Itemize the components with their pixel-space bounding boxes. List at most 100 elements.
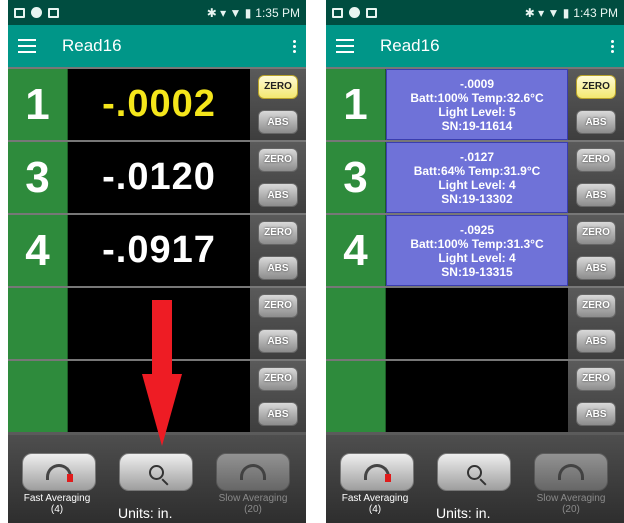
abs-button[interactable]: ABS	[576, 110, 616, 135]
light-level: Light Level: 5	[438, 104, 516, 119]
channel-number: 3	[8, 142, 68, 213]
indicator-row: 3 -.0127 Batt:64% Temp:31.9°C Light Leve…	[326, 140, 624, 213]
reading-display[interactable]: -.0120	[68, 142, 250, 213]
gauge-icon	[46, 464, 73, 482]
app-title: Read16	[62, 36, 122, 55]
hamburger-menu-icon[interactable]	[336, 39, 354, 53]
fast-averaging-label: Fast Averaging (4)	[14, 493, 100, 515]
zero-button[interactable]: ZERO	[258, 74, 298, 99]
channel-number: 4	[8, 215, 68, 286]
abs-button[interactable]: ABS	[258, 329, 298, 354]
channel-number	[8, 361, 68, 432]
light-level: Light Level: 4	[438, 177, 516, 192]
search-button[interactable]	[437, 453, 511, 491]
zero-button[interactable]: ZERO	[576, 366, 616, 391]
app-bar: Read16	[8, 25, 306, 67]
bottom-toolbar: Fast Averaging (4) Slow Averaging (20) U…	[8, 435, 306, 523]
app-title: Read16	[380, 36, 440, 55]
channel-number: 4	[326, 215, 386, 286]
indicator-list: 1 -.0009 Batt:100% Temp:32.6°C Light Lev…	[326, 67, 624, 432]
abs-button[interactable]: ABS	[576, 183, 616, 208]
window-notification-icon	[48, 7, 59, 18]
fast-averaging-label: Fast Averaging (4)	[332, 493, 418, 515]
units-label: Units: in.	[118, 505, 173, 521]
slow-averaging-count: (20)	[562, 504, 580, 515]
zero-button[interactable]: ZERO	[258, 293, 298, 318]
gauge-icon	[364, 464, 391, 482]
app-bar: Read16	[326, 25, 624, 67]
red-arrow-shaft	[152, 300, 172, 376]
phone-screen-left: ✱ ▾ ▼ ▮ 1:35 PM Read16 1 -.0002 ZERO ABS…	[8, 0, 306, 523]
status-icons: ✱ ▾ ▼ ▮	[524, 5, 570, 20]
zero-button[interactable]: ZERO	[576, 293, 616, 318]
reading-display[interactable]: -.0917	[68, 215, 250, 286]
zero-button[interactable]: ZERO	[258, 366, 298, 391]
bottom-toolbar: Fast Averaging (4) Slow Averaging (20) U…	[326, 435, 624, 523]
search-icon	[148, 464, 164, 480]
abs-button[interactable]: ABS	[258, 183, 298, 208]
reading-display[interactable]: -.0002	[68, 69, 250, 140]
slow-averaging-count: (20)	[244, 504, 262, 515]
battery-temp: Batt:64% Temp:31.9°C	[413, 163, 541, 178]
reading-value: -.0009	[459, 76, 495, 91]
circle-notification-icon	[31, 7, 42, 18]
serial-number: SN:19-13302	[441, 191, 513, 206]
zero-button[interactable]: ZERO	[576, 74, 616, 99]
abs-button[interactable]: ABS	[576, 256, 616, 281]
abs-button[interactable]: ABS	[258, 402, 298, 427]
indicator-row: 1 -.0002 ZERO ABS	[8, 67, 306, 140]
reading-info-panel[interactable]: -.0009 Batt:100% Temp:32.6°C Light Level…	[386, 69, 568, 140]
units-label: Units: in.	[436, 505, 491, 521]
indicator-row: 4 -.0917 ZERO ABS	[8, 213, 306, 286]
light-level: Light Level: 4	[438, 250, 516, 265]
channel-number: 1	[326, 69, 386, 140]
zero-button[interactable]: ZERO	[576, 220, 616, 245]
battery-temp: Batt:100% Temp:32.6°C	[410, 90, 544, 105]
reading-display[interactable]	[386, 288, 568, 359]
slow-averaging-button[interactable]	[216, 453, 290, 491]
hamburger-menu-icon[interactable]	[18, 39, 36, 53]
slow-averaging-label: Slow Averaging (20)	[526, 493, 616, 515]
indicator-row: ZERO ABS	[326, 286, 624, 359]
circle-notification-icon	[349, 7, 360, 18]
zero-button[interactable]: ZERO	[258, 147, 298, 172]
reading-value: -.0127	[459, 149, 495, 164]
fast-averaging-count: (4)	[368, 504, 382, 515]
abs-button[interactable]: ABS	[576, 329, 616, 354]
status-icons: ✱ ▾ ▼ ▮	[206, 5, 252, 20]
red-arrow-head	[142, 374, 182, 446]
serial-number: SN:19-13315	[441, 264, 513, 279]
image-notification-icon	[332, 7, 343, 18]
slow-averaging-text: Slow Averaging	[536, 493, 606, 504]
indicator-row: ZERO ABS	[326, 359, 624, 432]
overflow-menu-icon[interactable]	[293, 39, 296, 53]
channel-number: 1	[8, 69, 68, 140]
phone-screen-right: ✱ ▾ ▼ ▮ 1:43 PM Read16 1 -.0009 Batt:100…	[326, 0, 624, 523]
clock: 1:35 PM	[255, 5, 300, 20]
reading-info-panel[interactable]: -.0925 Batt:100% Temp:31.3°C Light Level…	[386, 215, 568, 286]
status-bar: ✱ ▾ ▼ ▮ 1:35 PM	[8, 0, 306, 25]
zero-button[interactable]: ZERO	[258, 220, 298, 245]
fast-averaging-button[interactable]	[22, 453, 96, 491]
fast-averaging-button[interactable]	[340, 453, 414, 491]
indicator-row: 1 -.0009 Batt:100% Temp:32.6°C Light Lev…	[326, 67, 624, 140]
channel-number	[8, 288, 68, 359]
slow-averaging-button[interactable]	[534, 453, 608, 491]
search-button[interactable]	[119, 453, 193, 491]
status-bar: ✱ ▾ ▼ ▮ 1:43 PM	[326, 0, 624, 25]
clock: 1:43 PM	[573, 5, 618, 20]
abs-button[interactable]: ABS	[258, 256, 298, 281]
slow-averaging-text: Slow Averaging	[218, 493, 288, 504]
abs-button[interactable]: ABS	[576, 402, 616, 427]
window-notification-icon	[366, 7, 377, 18]
slow-averaging-label: Slow Averaging (20)	[208, 493, 298, 515]
zero-button[interactable]: ZERO	[576, 147, 616, 172]
channel-number	[326, 361, 386, 432]
fast-averaging-count: (4)	[50, 504, 64, 515]
reading-info-panel[interactable]: -.0127 Batt:64% Temp:31.9°C Light Level:…	[386, 142, 568, 213]
overflow-menu-icon[interactable]	[611, 39, 614, 53]
indicator-row: 3 -.0120 ZERO ABS	[8, 140, 306, 213]
channel-number	[326, 288, 386, 359]
abs-button[interactable]: ABS	[258, 110, 298, 135]
reading-display[interactable]	[386, 361, 568, 432]
